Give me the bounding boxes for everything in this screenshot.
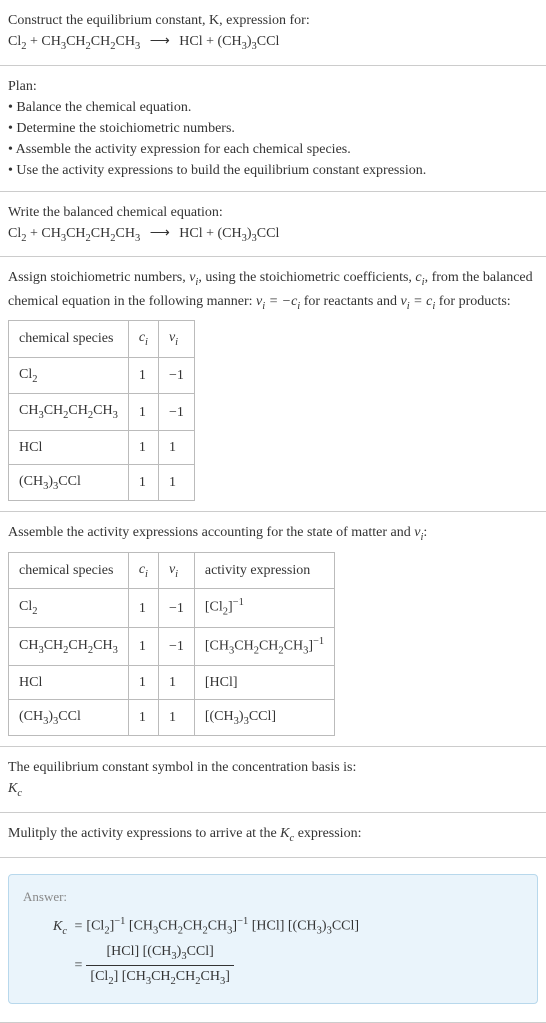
- cell-species: (CH3)3CCl: [9, 464, 129, 501]
- stoich-table: chemical species ci νi Cl2 1 −1 CH3CH2CH…: [8, 320, 195, 501]
- balanced-section: Write the balanced chemical equation: Cl…: [0, 192, 546, 258]
- kc-lhs: Kc: [53, 914, 71, 940]
- table-row: CH3CH2CH2CH3 1 −1 [CH3CH2CH2CH3]−1: [9, 627, 335, 665]
- stoich-t2: , using the stoichiometric coefficients,: [198, 270, 415, 285]
- cell-ci: 1: [128, 627, 158, 665]
- col-nui: νi: [158, 552, 194, 589]
- cell-species: Cl2: [9, 357, 129, 394]
- cell-ci: 1: [128, 357, 158, 394]
- cell-nui: 1: [158, 430, 194, 464]
- cell-activity: [(CH3)3CCl]: [194, 699, 334, 736]
- cell-species: HCl: [9, 430, 129, 464]
- activity-table: chemical species ci νi activity expressi…: [8, 552, 335, 737]
- cell-species: CH3CH2CH2CH3: [9, 394, 129, 431]
- activity-section: Assemble the activity expressions accoun…: [0, 512, 546, 747]
- nu-i: νi: [189, 270, 198, 285]
- kc-heading: The equilibrium constant symbol in the c…: [8, 757, 538, 778]
- plan-section: Plan: • Balance the chemical equation. •…: [0, 66, 546, 192]
- arrow-icon: ⟶: [150, 31, 170, 52]
- multiply-section: Mulitply the activity expressions to arr…: [0, 813, 546, 858]
- answer-box: Answer: Kc = [Cl2]−1 [CH3CH2CH2CH3]−1 [H…: [8, 874, 538, 1005]
- eq-sign: =: [75, 955, 83, 976]
- balanced-eq-left: Cl2 + CH3CH2CH2CH3: [8, 226, 140, 241]
- col-species: chemical species: [9, 552, 129, 589]
- cell-nui: −1: [158, 357, 194, 394]
- cell-ci: 1: [128, 394, 158, 431]
- intro-eq-right: HCl + (CH3)3CCl: [179, 34, 279, 49]
- denominator: [Cl2] [CH3CH2CH2CH3]: [86, 966, 233, 990]
- kc-expression: Kc = [Cl2]−1 [CH3CH2CH2CH3]−1 [HCl] [(CH…: [53, 914, 523, 991]
- table-row: Cl2 1 −1 [Cl2]−1: [9, 589, 335, 627]
- intro-line1: Construct the equilibrium constant, K, e…: [8, 13, 310, 28]
- cell-nui: −1: [158, 627, 194, 665]
- col-ci: ci: [128, 552, 158, 589]
- intro-equation: Cl2 + CH3CH2CH2CH3 ⟶ HCl + (CH3)3CCl: [8, 31, 538, 55]
- balanced-eq-right: HCl + (CH3)3CCl: [179, 226, 279, 241]
- cell-ci: 1: [128, 464, 158, 501]
- arrow-icon: ⟶: [150, 223, 170, 244]
- multiply-heading: Mulitply the activity expressions to arr…: [8, 823, 538, 847]
- cell-nui: −1: [158, 589, 194, 627]
- stoich-text: Assign stoichiometric numbers, νi, using…: [8, 267, 538, 314]
- cell-nui: 1: [158, 665, 194, 699]
- plan-bullet-4: • Use the activity expressions to build …: [8, 160, 538, 181]
- col-species: chemical species: [9, 321, 129, 358]
- cell-ci: 1: [128, 589, 158, 627]
- stoich-t1: Assign stoichiometric numbers,: [8, 270, 189, 285]
- table-header-row: chemical species ci νi activity expressi…: [9, 552, 335, 589]
- table-header-row: chemical species ci νi: [9, 321, 195, 358]
- stoich-section: Assign stoichiometric numbers, νi, using…: [0, 257, 546, 512]
- col-activity: activity expression: [194, 552, 334, 589]
- cell-nui: 1: [158, 464, 194, 501]
- kc-section: The equilibrium constant symbol in the c…: [0, 747, 546, 813]
- kc-expr-row1: = [Cl2]−1 [CH3CH2CH2CH3]−1 [HCl] [(CH3)3…: [71, 914, 360, 939]
- cell-activity: [HCl]: [194, 665, 334, 699]
- stoich-t5: for products:: [435, 294, 510, 309]
- cell-ci: 1: [128, 430, 158, 464]
- plan-bullet-2: • Determine the stoichiometric numbers.: [8, 118, 538, 139]
- answer-section: Answer: Kc = [Cl2]−1 [CH3CH2CH2CH3]−1 [H…: [0, 858, 546, 1023]
- rel1: νi = −ci: [256, 294, 300, 309]
- rel2: νi = ci: [401, 294, 436, 309]
- col-nui: νi: [158, 321, 194, 358]
- kc-symbol: Kc: [8, 778, 538, 802]
- col-ci: ci: [128, 321, 158, 358]
- table-row: CH3CH2CH2CH3 1 −1: [9, 394, 195, 431]
- cell-species: HCl: [9, 665, 129, 699]
- expr1: [Cl2]−1 [CH3CH2CH2CH3]−1 [HCl] [(CH3)3CC…: [86, 914, 359, 939]
- cell-ci: 1: [128, 699, 158, 736]
- table-row: HCl 1 1 [HCl]: [9, 665, 335, 699]
- table-row: (CH3)3CCl 1 1: [9, 464, 195, 501]
- balanced-heading: Write the balanced chemical equation:: [8, 202, 538, 223]
- plan-heading: Plan:: [8, 76, 538, 97]
- table-row: HCl 1 1: [9, 430, 195, 464]
- table-row: (CH3)3CCl 1 1 [(CH3)3CCl]: [9, 699, 335, 736]
- cell-ci: 1: [128, 665, 158, 699]
- numerator: [HCl] [(CH3)3CCl]: [86, 941, 233, 966]
- fraction: [HCl] [(CH3)3CCl] [Cl2] [CH3CH2CH2CH3]: [86, 941, 233, 989]
- cell-nui: −1: [158, 394, 194, 431]
- cell-species: CH3CH2CH2CH3: [9, 627, 129, 665]
- plan-bullet-3: • Assemble the activity expression for e…: [8, 139, 538, 160]
- cell-activity: [CH3CH2CH2CH3]−1: [194, 627, 334, 665]
- answer-label: Answer:: [23, 887, 523, 907]
- eq-sign: =: [75, 916, 83, 937]
- activity-heading: Assemble the activity expressions accoun…: [8, 522, 538, 546]
- balanced-equation: Cl2 + CH3CH2CH2CH3 ⟶ HCl + (CH3)3CCl: [8, 223, 538, 247]
- intro-section: Construct the equilibrium constant, K, e…: [0, 0, 546, 66]
- plan-bullet-1: • Balance the chemical equation.: [8, 97, 538, 118]
- cell-species: Cl2: [9, 589, 129, 627]
- c-i: ci: [415, 270, 424, 285]
- intro-eq-left: Cl2 + CH3CH2CH2CH3: [8, 34, 140, 49]
- intro-text: Construct the equilibrium constant, K, e…: [8, 10, 538, 31]
- cell-species: (CH3)3CCl: [9, 699, 129, 736]
- stoich-t4: for reactants and: [300, 294, 400, 309]
- cell-activity: [Cl2]−1: [194, 589, 334, 627]
- cell-nui: 1: [158, 699, 194, 736]
- kc-expr-row2: = [HCl] [(CH3)3CCl] [Cl2] [CH3CH2CH2CH3]: [71, 941, 360, 989]
- table-row: Cl2 1 −1: [9, 357, 195, 394]
